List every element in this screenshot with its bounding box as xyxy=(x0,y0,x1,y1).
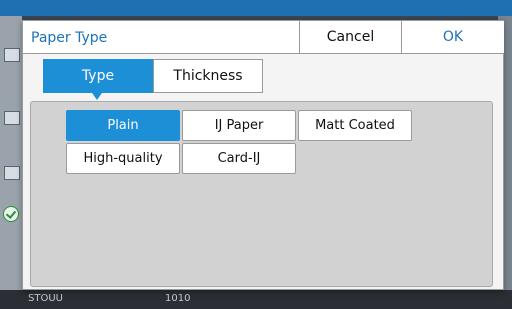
tab-thickness[interactable]: Thickness xyxy=(153,59,263,93)
dialog-header: Paper Type Cancel OK xyxy=(23,21,504,54)
option-high-quality[interactable]: High-quality xyxy=(66,143,180,174)
dialog-title: Paper Type xyxy=(31,30,108,46)
document-icon xyxy=(4,48,20,62)
option-ij-paper[interactable]: IJ Paper xyxy=(182,110,296,141)
background-top-bar xyxy=(0,0,512,16)
status-text-left: STOUU xyxy=(28,293,63,304)
ok-button[interactable]: OK xyxy=(401,21,504,53)
check-icon xyxy=(3,206,19,222)
option-plain[interactable]: Plain xyxy=(66,110,180,141)
background-status-bar: STOUU 1010 xyxy=(0,290,512,309)
background-left-rail xyxy=(0,16,22,306)
option-matt-coated[interactable]: Matt Coated xyxy=(298,110,412,141)
document-icon xyxy=(4,111,20,125)
tab-type[interactable]: Type xyxy=(43,59,153,93)
paper-type-options-panel: Plain IJ Paper Matt Coated High-quality … xyxy=(30,101,493,287)
cancel-button[interactable]: Cancel xyxy=(299,21,401,53)
active-tab-pointer xyxy=(90,90,104,100)
status-text-mid: 1010 xyxy=(165,293,191,304)
paper-type-dialog: Paper Type Cancel OK Type Thickness Plai… xyxy=(22,20,504,290)
document-icon xyxy=(4,166,20,180)
option-card-ij[interactable]: Card-IJ xyxy=(182,143,296,174)
